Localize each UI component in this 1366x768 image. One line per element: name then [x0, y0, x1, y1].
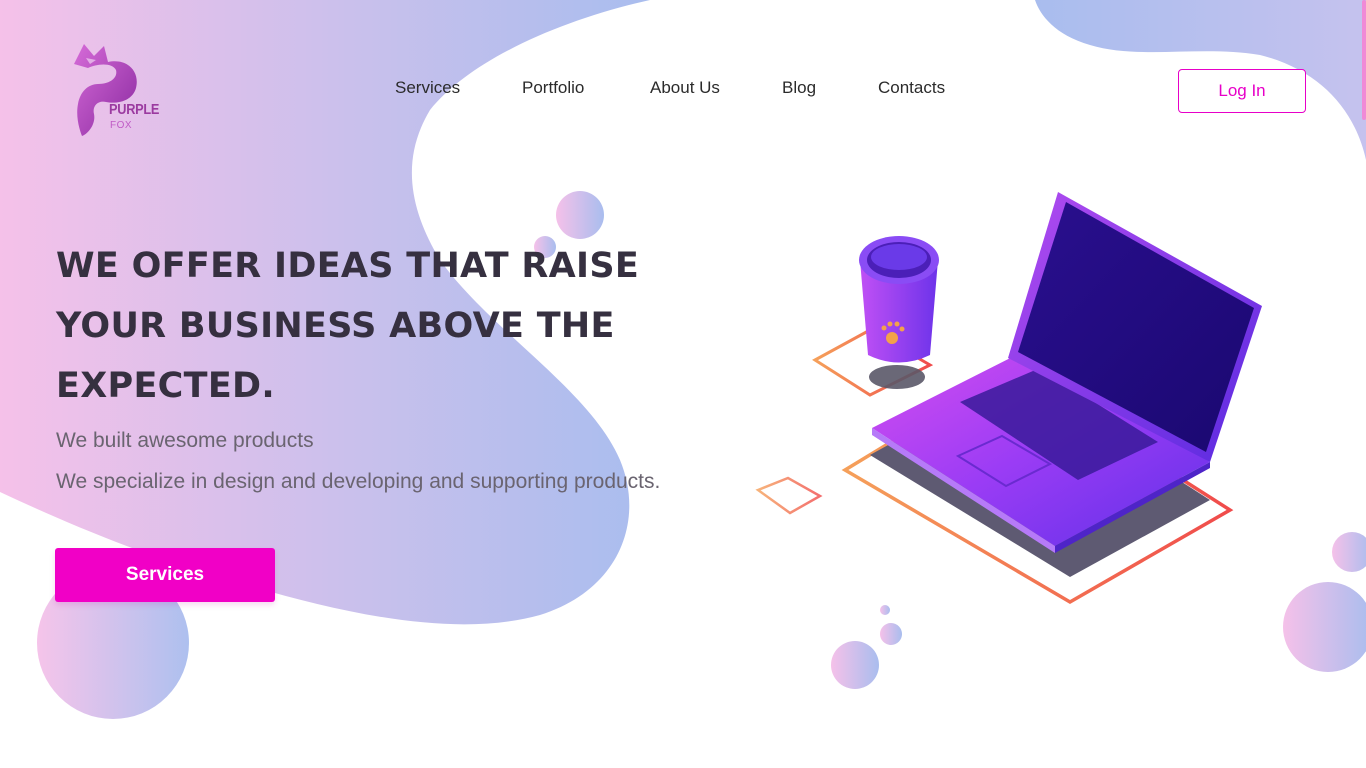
services-cta-button[interactable]: Services — [55, 548, 275, 602]
coffee-cup-icon — [859, 236, 939, 363]
nav-link-blog[interactable]: Blog — [782, 78, 816, 98]
nav-link-portfolio[interactable]: Portfolio — [522, 78, 584, 98]
floating-frame — [755, 476, 823, 515]
login-button[interactable]: Log In — [1178, 69, 1306, 113]
hero-subtitle: We built awesome products — [56, 429, 314, 452]
bubble — [831, 641, 879, 689]
bubble — [556, 191, 604, 239]
bubble — [1283, 582, 1366, 672]
cup-shadow — [869, 365, 925, 389]
hero-title-line: WE OFFER IDEAS THAT RAISE — [56, 246, 640, 286]
nav-link-contacts[interactable]: Contacts — [878, 78, 945, 98]
laptop-illustration — [755, 192, 1262, 605]
bubble — [1332, 532, 1366, 572]
hero-title: WE OFFER IDEAS THAT RAISE YOUR BUSINESS … — [56, 236, 676, 416]
landing-page: PURPLE FOX Services Portfolio About Us B… — [0, 0, 1366, 768]
scrollbar-thumb[interactable] — [1362, 0, 1366, 120]
brand-subname: FOX — [110, 120, 133, 131]
hero-title-line: EXPECTED. — [56, 366, 275, 406]
brand-name: PURPLE — [109, 101, 160, 118]
nav-link-services[interactable]: Services — [395, 78, 460, 98]
hero-description: We specialize in design and developing a… — [56, 470, 661, 493]
nav-link-about-us[interactable]: About Us — [650, 78, 720, 98]
bubble — [880, 623, 902, 645]
hero-title-line: YOUR BUSINESS ABOVE THE — [56, 306, 615, 346]
